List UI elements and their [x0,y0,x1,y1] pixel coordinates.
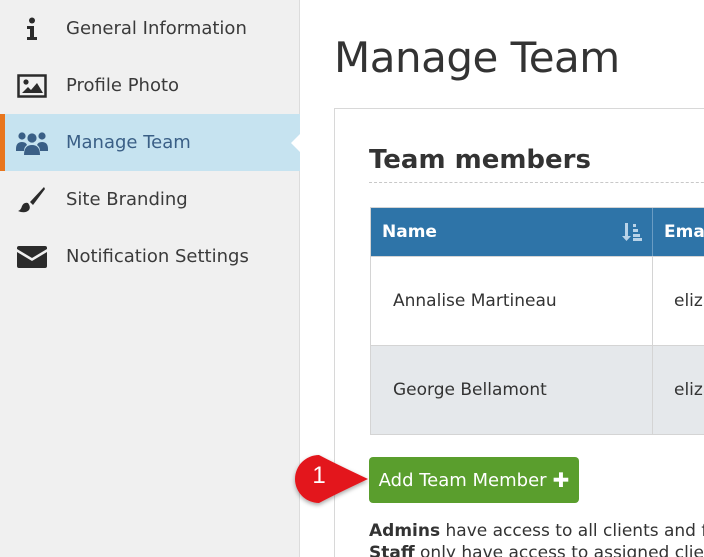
sidebar-item-profile-photo[interactable]: Profile Photo [0,57,300,114]
paintbrush-icon [15,183,49,217]
admins-description: have access to all clients and firm [445,521,704,541]
sidebar-item-label: Site Branding [66,189,188,210]
sidebar-item-label: Profile Photo [66,75,180,96]
step-number: 1 [312,462,326,489]
image-icon [15,69,49,103]
sidebar-item-site-branding[interactable]: Site Branding [0,171,300,228]
member-email: eliza [674,291,704,311]
sidebar-item-label: Manage Team [66,132,191,153]
table-row[interactable]: Annalise Martineau eliza [371,256,704,345]
team-icon [15,126,49,160]
sidebar-item-manage-team[interactable]: Manage Team [0,114,301,171]
plus-icon: ✚ [552,468,570,492]
panel-title: Team members [369,145,591,175]
member-email: eliza [674,380,704,400]
sidebar-item-label: Notification Settings [66,246,249,267]
team-table: Name Email Annalise Martineau eliza [370,207,704,435]
page-title: Manage Team [334,33,620,82]
add-team-member-label: Add Team Member [378,469,547,491]
info-icon [15,12,49,46]
column-header-name[interactable]: Name [371,208,653,256]
table-row[interactable]: George Bellamont eliza [371,345,704,434]
divider [369,182,704,183]
sidebar-item-general-information[interactable]: General Information [0,0,300,57]
sidebar-item-notification-settings[interactable]: Notification Settings [0,228,300,285]
sort-ascending-icon[interactable] [622,222,642,242]
staff-description: only have access to assigned clients [414,543,704,557]
member-name: Annalise Martineau [371,257,653,345]
column-header-label: Name [382,222,437,242]
member-name: George Bellamont [371,346,653,434]
admins-label: Admins [369,521,441,541]
staff-label: Staff [369,543,415,557]
table-header: Name Email [371,208,704,256]
envelope-icon [15,240,49,274]
sidebar: General Information Profile Photo Manage… [0,0,301,557]
column-header-email[interactable]: Email [653,208,704,256]
column-header-label: Email [664,222,704,242]
sidebar-item-label: General Information [66,18,247,39]
add-team-member-button[interactable]: Add Team Member ✚ [369,457,579,503]
role-note: Admins have access to all clients and fi… [369,520,704,557]
